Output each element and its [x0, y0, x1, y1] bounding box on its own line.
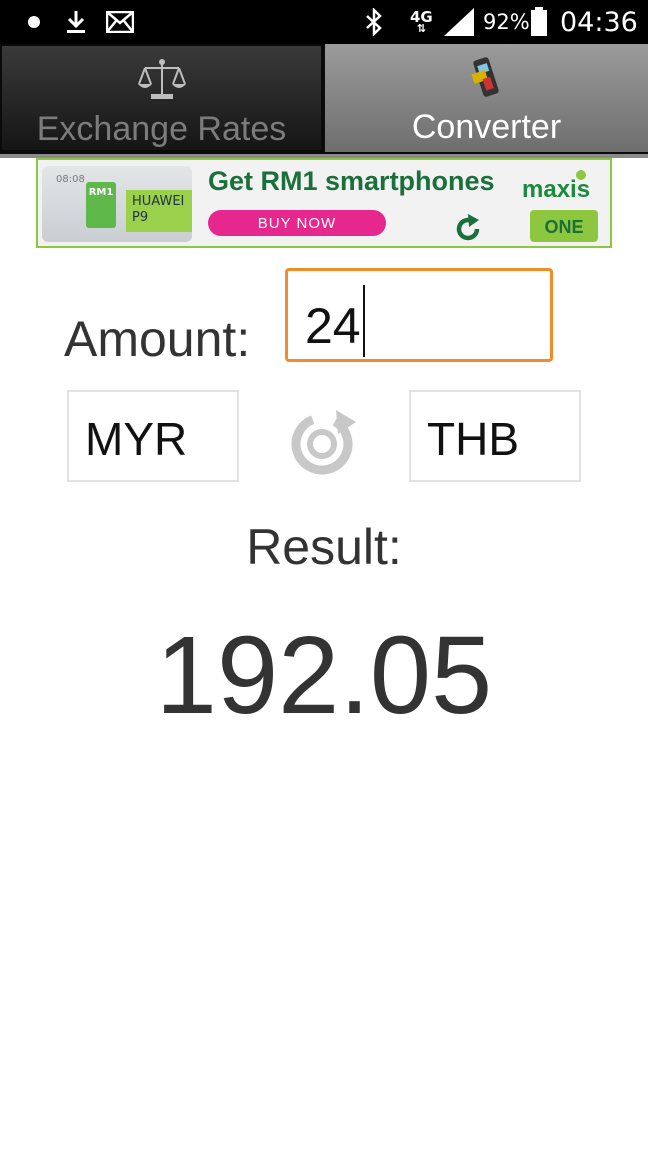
bluetooth-icon [364, 0, 384, 44]
result-value: 192.05 [155, 614, 493, 737]
ad-headline: Get RM1 smartphones [208, 166, 495, 196]
clock: 04:36 [560, 6, 638, 38]
swap-currencies-icon[interactable] [286, 404, 362, 484]
result-label: Result: [246, 519, 402, 575]
tab-bar: Exchange Rates Converter [0, 44, 648, 154]
ad-buy-now-button[interactable]: BUY NOW [208, 210, 386, 236]
amount-input[interactable]: 24 [285, 268, 553, 362]
ad-brand-logo: maxis [522, 176, 591, 203]
refresh-icon[interactable] [453, 214, 483, 246]
tab-exchange-rates[interactable]: Exchange Rates [0, 44, 323, 152]
tab-converter-label: Converter [411, 108, 562, 146]
status-bar: 4G ⇅ 92% 04:36 [0, 0, 648, 44]
ad-phone-time: 08:08 [56, 174, 85, 185]
ad-one-logo-text: ONE [544, 217, 583, 237]
tab-converter[interactable]: Converter [325, 44, 648, 152]
scale-icon [137, 58, 187, 106]
to-currency-selector[interactable]: THB [409, 390, 581, 482]
ad-model-label: HUAWEI P9 [126, 190, 192, 232]
from-currency-selector[interactable]: MYR [67, 390, 239, 482]
ad-one-logo: ONE [530, 210, 598, 242]
ad-banner[interactable]: 08:08 RM1 HUAWEI P9 Get RM1 smartphones … [36, 158, 612, 248]
tab-exchange-rates-label: Exchange Rates [36, 110, 287, 148]
text-caret [362, 285, 365, 357]
data-activity-icon: ⇅ [416, 22, 426, 35]
notification-dot-icon [28, 0, 40, 44]
mail-icon [106, 0, 134, 44]
download-icon [64, 0, 88, 44]
signal-icon [444, 0, 474, 44]
card-terminal-icon [469, 56, 505, 104]
battery-icon [530, 0, 548, 44]
amount-value: 24 [305, 298, 361, 354]
battery-percent: 92% [483, 10, 530, 34]
ad-brand-dot [576, 170, 586, 180]
amount-label: Amount: [64, 311, 251, 367]
ad-rm1-tag: RM1 [86, 182, 116, 228]
